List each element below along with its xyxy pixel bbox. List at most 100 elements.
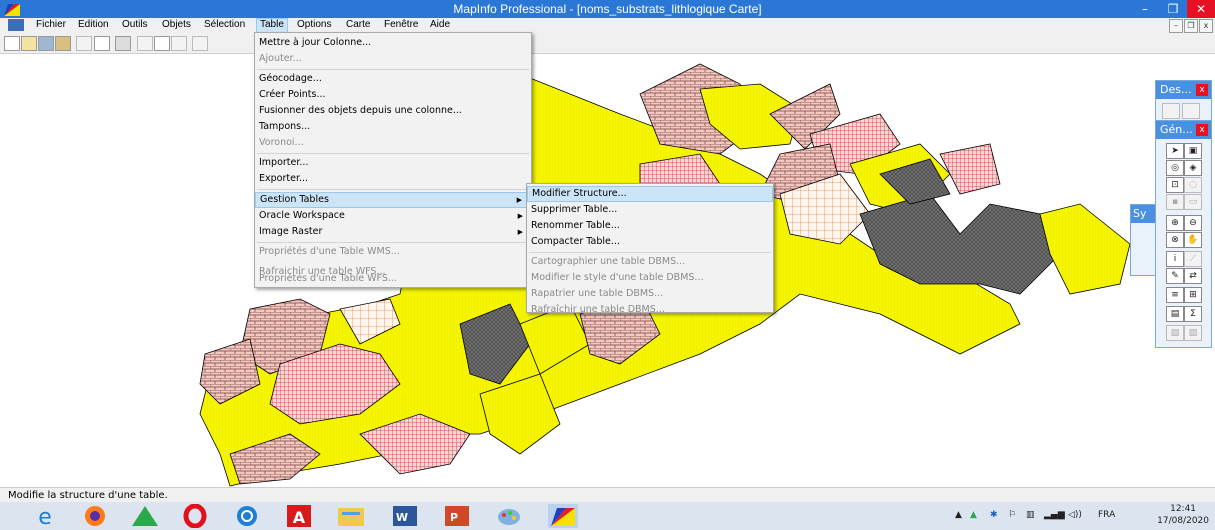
menu-item-proprietes-wms[interactable]: Propriétés d'une Table WMS... bbox=[255, 244, 531, 260]
tray-bluetooth-icon[interactable]: ✱ bbox=[990, 510, 998, 520]
paint-icon[interactable] bbox=[494, 504, 524, 528]
opera-icon[interactable] bbox=[180, 504, 210, 528]
menu-item-image-raster[interactable]: Image Raster ▶ bbox=[255, 224, 531, 240]
mdi-minimize-button[interactable]: – bbox=[1169, 19, 1183, 33]
word-icon[interactable]: W bbox=[390, 504, 420, 528]
menu-item-supprimer-table[interactable]: Supprimer Table... bbox=[527, 202, 773, 218]
autodesk-icon[interactable] bbox=[130, 504, 160, 528]
cut-icon[interactable] bbox=[137, 36, 153, 51]
menu-item-rapatrier-dbms[interactable]: Rapatrier une table DBMS... bbox=[527, 286, 773, 302]
menu-aide[interactable]: Aide bbox=[427, 19, 453, 30]
open-icon[interactable] bbox=[21, 36, 37, 51]
open-workspace-icon[interactable] bbox=[38, 36, 54, 51]
file-explorer-icon[interactable] bbox=[336, 504, 366, 528]
polygon-select-icon[interactable]: ◈ bbox=[1184, 160, 1202, 176]
firefox-icon[interactable] bbox=[80, 504, 110, 528]
change-view-icon[interactable]: ⊗ bbox=[1166, 232, 1184, 248]
panel-close-button[interactable]: x bbox=[1196, 84, 1208, 96]
mdi-restore-button[interactable]: ❐ bbox=[1184, 19, 1198, 33]
tray-autodesk-icon[interactable]: ▲ bbox=[970, 510, 977, 520]
close-button[interactable]: ✕ bbox=[1187, 0, 1215, 18]
graph-select-icon[interactable]: ▭ bbox=[1184, 194, 1202, 210]
mapinfo-taskbar-icon[interactable] bbox=[548, 504, 578, 528]
menu-fenetre[interactable]: Fenêtre bbox=[381, 19, 421, 30]
tray-clock[interactable]: 12:41 17/08/2020 bbox=[1157, 503, 1209, 527]
legend-icon[interactable]: ▤ bbox=[1166, 306, 1184, 322]
menu-item-compacter-table[interactable]: Compacter Table... bbox=[527, 234, 773, 250]
menu-table[interactable]: Table bbox=[256, 18, 288, 33]
menu-item-fusionner[interactable]: Fusionner des objets depuis une colonne.… bbox=[255, 103, 531, 119]
sync-icon[interactable] bbox=[232, 504, 262, 528]
pan-hand-icon[interactable]: ✋ bbox=[1184, 232, 1202, 248]
hotlink-icon[interactable]: ⟋ bbox=[1184, 251, 1202, 267]
print-icon[interactable] bbox=[115, 36, 131, 51]
menu-item-geocodage[interactable]: Géocodage... bbox=[255, 71, 531, 87]
layer-control-icon[interactable]: ≡ bbox=[1166, 287, 1184, 303]
new-icon[interactable] bbox=[4, 36, 20, 51]
menu-item-mettre-a-jour[interactable]: Mettre à jour Colonne... bbox=[255, 35, 531, 51]
menu-item-exporter[interactable]: Exporter... bbox=[255, 171, 531, 187]
menu-carte[interactable]: Carte bbox=[343, 19, 373, 30]
panel-close-button[interactable]: x bbox=[1196, 124, 1208, 136]
tray-language[interactable]: FRA bbox=[1098, 510, 1115, 520]
undo-icon[interactable] bbox=[192, 36, 208, 51]
boundary-select-icon[interactable]: ⊡ bbox=[1166, 177, 1184, 193]
save-icon[interactable] bbox=[76, 36, 92, 51]
polyline-icon[interactable] bbox=[1162, 103, 1180, 119]
menu-item-modifier-style-dbms[interactable]: Modifier le style d'une table DBMS... bbox=[527, 270, 773, 286]
ruler-icon[interactable]: ⊞ bbox=[1184, 287, 1202, 303]
menu-item-cartographier-dbms[interactable]: Cartographier une table DBMS... bbox=[527, 254, 773, 270]
menu-item-gestion-tables[interactable]: Gestion Tables ▶ bbox=[255, 192, 531, 208]
info-icon[interactable]: i bbox=[1166, 251, 1184, 267]
line-icon[interactable] bbox=[1182, 103, 1200, 119]
acrobat-icon[interactable]: A bbox=[284, 504, 314, 528]
drag-map-icon[interactable]: ⇄ bbox=[1184, 268, 1202, 284]
menu-edition[interactable]: Edition bbox=[75, 19, 112, 30]
statistics-icon[interactable]: Σ bbox=[1184, 306, 1202, 322]
edge-icon[interactable]: e bbox=[30, 504, 60, 528]
invert-select-icon[interactable]: ◌ bbox=[1184, 177, 1202, 193]
tray-chevron-icon[interactable]: ▲ bbox=[955, 510, 962, 520]
menu-item-tampons[interactable]: Tampons... bbox=[255, 119, 531, 135]
menu-options[interactable]: Options bbox=[294, 19, 334, 30]
zoom-out-icon[interactable]: ⊖ bbox=[1184, 215, 1202, 231]
menu-outils[interactable]: Outils bbox=[119, 19, 151, 30]
label-icon[interactable]: ✎ bbox=[1166, 268, 1184, 284]
menu-item-ajouter[interactable]: Ajouter... bbox=[255, 51, 531, 67]
save-copy-icon[interactable] bbox=[94, 36, 110, 51]
powerpoint-icon[interactable]: P bbox=[442, 504, 472, 528]
select-arrow-icon[interactable]: ➤ bbox=[1166, 143, 1184, 159]
setclip-icon[interactable]: ▨ bbox=[1184, 325, 1202, 341]
tray-flag-icon[interactable]: ⚐ bbox=[1008, 510, 1016, 520]
menu-item-oracle-workspace[interactable]: Oracle Workspace ▶ bbox=[255, 208, 531, 224]
svg-text:W: W bbox=[396, 511, 408, 524]
menu-selection[interactable]: Sélection bbox=[201, 19, 248, 30]
map-window-icon[interactable] bbox=[8, 19, 24, 31]
copy-icon[interactable] bbox=[154, 36, 170, 51]
window-title: MapInfo Professional - [noms_substrats_l… bbox=[453, 2, 762, 16]
mdi-close-button[interactable]: x bbox=[1199, 19, 1213, 33]
menu-fichier[interactable]: Fichier bbox=[33, 19, 69, 30]
clock-time: 12:41 bbox=[1170, 504, 1197, 514]
menu-item-voronoi[interactable]: Voronoi... bbox=[255, 135, 531, 151]
menu-item-rafraichir-dbms[interactable]: Rafraîchir une table DBMS... bbox=[527, 302, 773, 315]
restore-button[interactable]: ❐ bbox=[1159, 0, 1187, 18]
open-dbms-icon[interactable] bbox=[55, 36, 71, 51]
menu-item-modifier-structure[interactable]: Modifier Structure... bbox=[527, 186, 773, 202]
zoom-in-icon[interactable]: ⊕ bbox=[1166, 215, 1184, 231]
minimize-button[interactable]: – bbox=[1131, 0, 1159, 18]
main-toolbar-panel[interactable]: Gén... x ➤ ▣ ◎ ◈ ⊡ ◌ ▪ ▭ ⊕ ⊖ ⊗ ✋ i ⟋ ✎ ⇄… bbox=[1155, 120, 1212, 348]
clip-region-icon[interactable]: ▧ bbox=[1166, 325, 1184, 341]
radius-select-icon[interactable]: ◎ bbox=[1166, 160, 1184, 176]
tray-network-icon[interactable]: ▥ bbox=[1026, 510, 1035, 520]
menu-item-renommer-table[interactable]: Renommer Table... bbox=[527, 218, 773, 234]
unselect-icon[interactable]: ▪ bbox=[1166, 194, 1184, 210]
paste-icon[interactable] bbox=[171, 36, 187, 51]
menu-item-proprietes-wfs[interactable]: Propriétés d'une Table WFS... bbox=[255, 271, 531, 287]
marquee-select-icon[interactable]: ▣ bbox=[1184, 143, 1202, 159]
menu-item-creer-points[interactable]: Créer Points... bbox=[255, 87, 531, 103]
menu-item-importer[interactable]: Importer... bbox=[255, 155, 531, 171]
tray-signal-icon[interactable]: ▂▄▆ bbox=[1044, 510, 1065, 520]
menu-objets[interactable]: Objets bbox=[159, 19, 194, 30]
tray-volume-icon[interactable]: ◁)) bbox=[1068, 510, 1082, 520]
